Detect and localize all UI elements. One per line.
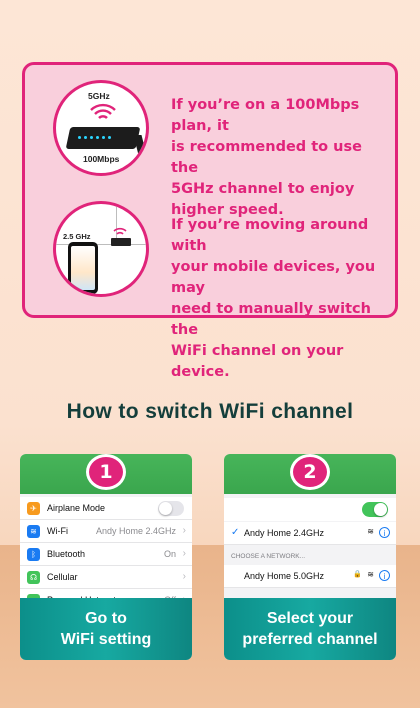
router-lights <box>78 136 111 139</box>
badge-2-5ghz-label: 2.5 GHz <box>63 232 91 241</box>
row-label: Cellular <box>47 572 78 582</box>
step-number-badge: 1 <box>86 454 126 490</box>
chevron-right-icon: › <box>182 571 186 582</box>
row-value: Andy Home 2.4GHz <box>95 526 176 536</box>
tip-mobile-text: If you’re moving around with your mobile… <box>171 215 391 383</box>
tip-line: need to manually switch the <box>171 301 371 338</box>
wifi-strength-icon: ≋ <box>367 570 374 579</box>
wifi-signal-icon <box>113 227 127 235</box>
info-icon[interactable]: i <box>379 570 390 581</box>
step-card-2: 2 ✓ Andy Home 2.4GHz ≋ i CHOOSE A NETWOR… <box>224 454 396 660</box>
chevron-right-icon: › <box>182 525 186 536</box>
cellular-icon: ☊ <box>27 571 40 584</box>
caption-line: preferred channel <box>242 631 378 648</box>
airplane-icon: ✈ <box>27 502 40 515</box>
lock-icon: 🔒 <box>353 571 362 578</box>
wifi-toggle-row <box>224 498 396 521</box>
row-value: On <box>163 549 176 559</box>
network-section-header: CHOOSE A NETWORK... <box>224 545 396 565</box>
chevron-right-icon: › <box>182 548 186 559</box>
tip-5ghz: 5GHz 100Mbps If you’re on a 100Mbps plan… <box>25 75 395 218</box>
router-stand <box>133 135 146 155</box>
step-number-badge: 2 <box>290 454 330 490</box>
router-icon <box>111 238 131 246</box>
row-label: Wi-Fi <box>47 526 68 536</box>
network-name: Andy Home 2.4GHz <box>244 528 325 538</box>
settings-row-wifi[interactable]: ≋ Wi-Fi Andy Home 2.4GHz › <box>20 520 192 543</box>
step-1-caption: Go to WiFi setting <box>20 598 192 660</box>
section-heading: How to switch WiFi channel <box>66 400 354 423</box>
tip-mobile: 2.5 GHz If you’re moving around with you… <box>25 193 395 380</box>
wifi-signal-icon <box>90 103 116 119</box>
tip-line: your mobile devices, you may <box>171 259 376 296</box>
step-2-caption: Select your preferred channel <box>224 598 396 660</box>
airplane-mode-toggle[interactable] <box>158 501 184 516</box>
step-card-1: 1 ✈ Airplane Mode ≋ Wi-Fi Andy Home 2.4G… <box>20 454 192 660</box>
smartphone-icon <box>68 242 98 294</box>
badge-5ghz-label: 5GHz <box>88 91 110 101</box>
wifi-icon: ≋ <box>27 525 40 538</box>
caption-line: WiFi setting <box>60 631 152 648</box>
checkmark-icon: ✓ <box>231 527 240 538</box>
network-row-other[interactable]: Andy Home 5.0GHz 🔒 ≋ i <box>224 565 396 588</box>
mobile-illustration: 2.5 GHz <box>53 201 149 297</box>
bluetooth-icon: ᛒ <box>27 548 40 561</box>
tip-line: If you’re moving around with <box>171 217 369 254</box>
network-name: Andy Home 5.0GHz <box>244 571 325 581</box>
router-illustration: 5GHz 100Mbps <box>53 80 149 176</box>
row-label: Airplane Mode <box>47 503 106 513</box>
caption-line: Select your <box>266 610 354 627</box>
info-icon[interactable]: i <box>379 527 390 538</box>
caption-line: Go to <box>85 610 127 627</box>
section-label: CHOOSE A NETWORK... <box>231 553 306 560</box>
tips-card: 5GHz 100Mbps If you’re on a 100Mbps plan… <box>22 62 398 380</box>
tip-line: is recommended to use the <box>171 139 362 176</box>
row-label: Bluetooth <box>47 549 86 559</box>
network-row-connected[interactable]: ✓ Andy Home 2.4GHz ≋ i <box>224 522 396 545</box>
settings-row-cellular[interactable]: ☊ Cellular › <box>20 566 192 589</box>
ios-settings-list: ✈ Airplane Mode ≋ Wi-Fi Andy Home 2.4GHz… <box>20 494 192 612</box>
tip-line: WiFi channel on your device. <box>171 343 344 380</box>
wifi-strength-icon: ≋ <box>367 527 374 536</box>
ios-wifi-list: ✓ Andy Home 2.4GHz ≋ i CHOOSE A NETWORK.… <box>224 494 396 600</box>
tip-line: If you’re on a 100Mbps plan, it <box>171 97 360 134</box>
settings-row-bluetooth[interactable]: ᛒ Bluetooth On › <box>20 543 192 566</box>
settings-row-airplane-mode[interactable]: ✈ Airplane Mode <box>20 497 192 520</box>
badge-100mbps-label: 100Mbps <box>83 154 120 164</box>
wifi-toggle[interactable] <box>362 502 388 517</box>
